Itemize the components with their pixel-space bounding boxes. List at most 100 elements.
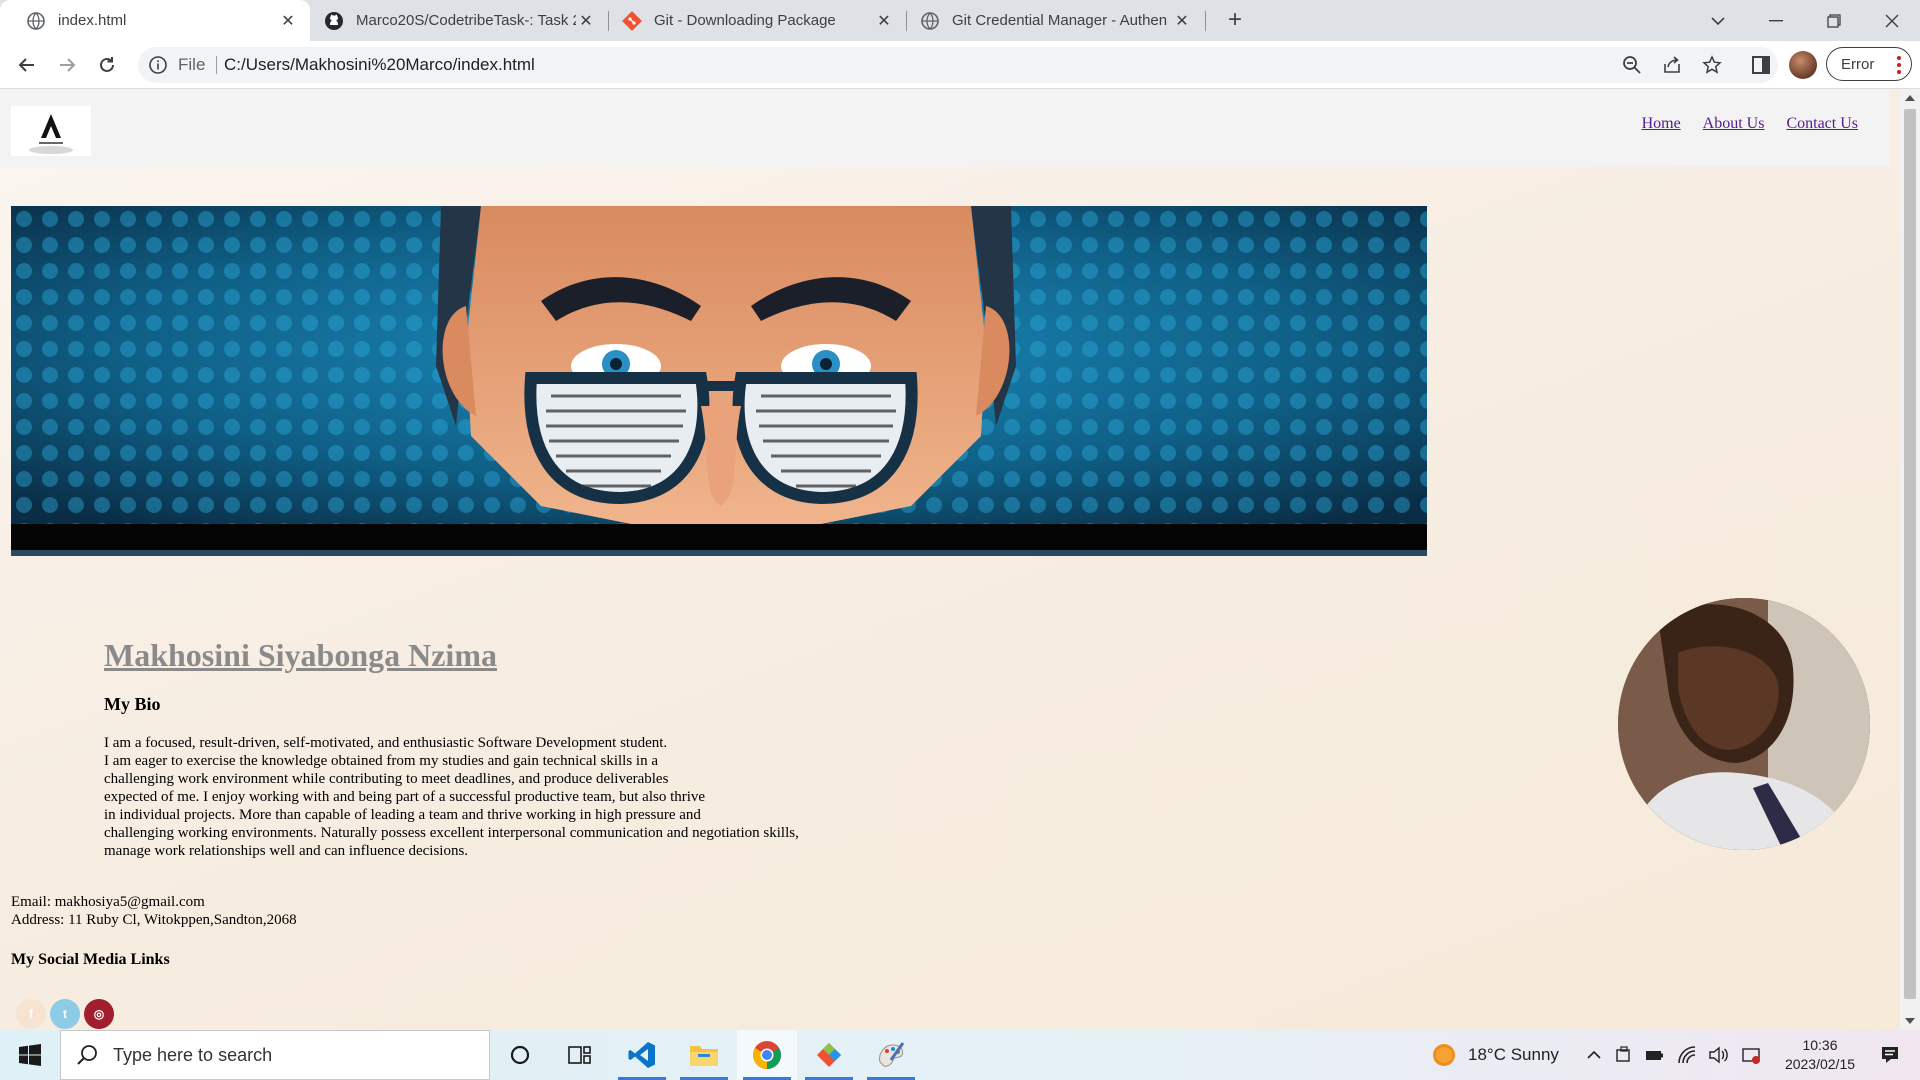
tab-search-button[interactable] [1690, 0, 1746, 41]
windows-taskbar: Type here to search 18°C Sunny 10:36 202… [0, 1030, 1920, 1080]
side-panel-icon[interactable] [1749, 53, 1773, 77]
share-icon[interactable] [1662, 55, 1682, 75]
search-icon [77, 1045, 97, 1065]
site-logo[interactable] [11, 106, 91, 156]
minimize-button[interactable] [1748, 0, 1804, 41]
chevron-up-icon[interactable] [1585, 1046, 1603, 1064]
bio-heading: My Bio [104, 694, 161, 714]
banner-dark-strip [11, 524, 1427, 550]
browser-tab-bar: index.html ✕ Marco20S/CodetribeTask-: Ta… [0, 0, 1920, 41]
notification-icon [1882, 1047, 1898, 1063]
instagram-icon[interactable]: ◎ [84, 999, 114, 1029]
bio-paragraph: I am a focused, result-driven, self-moti… [104, 735, 799, 859]
scheme-label: File [178, 55, 206, 74]
coder-illustration [11, 206, 1427, 524]
scroll-thumb[interactable] [1904, 109, 1916, 999]
taskbar-git-gui[interactable] [799, 1030, 859, 1080]
banner-edge [11, 550, 1427, 556]
profile-photo [1618, 598, 1870, 850]
tab-title: Marco20S/CodetribeTask-: Task 2 [356, 12, 576, 29]
restore-button[interactable] [1806, 0, 1862, 41]
chevron-down-icon [1711, 16, 1725, 25]
close-tab-icon[interactable]: ✕ [278, 11, 298, 31]
back-button[interactable] [13, 51, 41, 79]
taskbar-vscode[interactable] [612, 1030, 672, 1080]
scroll-up-arrow[interactable] [1905, 95, 1915, 101]
logo-icon [29, 114, 73, 154]
tab-git-download[interactable]: Git - Downloading Package ✕ [608, 0, 906, 41]
globe-icon [26, 11, 46, 31]
kebab-menu-icon [1897, 56, 1901, 77]
browser-toolbar: File C:/Users/Makhosini%20Marco/index.ht… [0, 41, 1920, 89]
battery-icon[interactable] [1645, 1046, 1665, 1064]
taskbar-paint[interactable] [861, 1030, 921, 1080]
profile-name-heading[interactable]: Makhosini Siyabonga Nzima [104, 637, 497, 674]
contact-info: Email: makhosiya5@gmail.com Address: 11 … [11, 893, 297, 929]
search-placeholder: Type here to search [113, 1044, 273, 1065]
action-center-button[interactable] [1862, 1030, 1918, 1080]
scroll-down-arrow[interactable] [1905, 1018, 1915, 1024]
taskbar-file-explorer[interactable] [674, 1030, 734, 1080]
tab-title: index.html [58, 12, 127, 29]
language-icon[interactable] [1741, 1046, 1761, 1064]
page-scrollbar[interactable] [1900, 89, 1920, 1030]
start-button[interactable] [0, 1030, 60, 1080]
vscode-icon [628, 1042, 655, 1068]
task-view-icon [568, 1046, 591, 1064]
windows-logo-icon [19, 1044, 41, 1066]
tab-index-html[interactable]: index.html ✕ [0, 0, 310, 41]
page-viewport: Home About Us Contact Us Makhosini Siyab… [0, 89, 1900, 1030]
clock-time: 10:36 [1802, 1037, 1838, 1053]
bookmark-star-icon[interactable] [1702, 55, 1722, 75]
arrow-right-icon [60, 58, 76, 72]
wifi-icon[interactable] [1677, 1046, 1697, 1064]
taskbar-search-box[interactable]: Type here to search [60, 1030, 490, 1080]
nav-link-home[interactable]: Home [1642, 115, 1681, 133]
weather-widget[interactable]: 18°C Sunny [1430, 1030, 1559, 1080]
tab-divider [1205, 11, 1206, 31]
url-text[interactable]: C:/Users/Makhosini%20Marco/index.html [224, 55, 535, 75]
address-bar[interactable]: File C:/Users/Makhosini%20Marco/index.ht… [138, 47, 1778, 83]
social-links-heading: My Social Media Links [11, 951, 170, 968]
reload-button[interactable] [93, 51, 121, 79]
zoom-icon[interactable] [1622, 55, 1642, 75]
close-window-button[interactable] [1864, 0, 1920, 41]
globe-icon [920, 11, 940, 31]
folder-icon [690, 1046, 718, 1066]
weather-text: 18°C Sunny [1468, 1045, 1559, 1064]
arrow-left-icon [18, 58, 34, 72]
close-tab-icon[interactable]: ✕ [576, 11, 596, 31]
cortana-button[interactable] [490, 1030, 550, 1080]
meet-now-icon[interactable] [1615, 1046, 1633, 1064]
profile-portrait [1618, 598, 1870, 850]
profile-avatar[interactable] [1789, 51, 1817, 79]
new-tab-button[interactable]: + [1222, 8, 1248, 34]
volume-icon[interactable] [1709, 1046, 1729, 1064]
hero-banner-image [11, 206, 1427, 556]
forward-button[interactable] [53, 51, 81, 79]
tab-title: Git - Downloading Package [654, 12, 836, 29]
nav-link-contact-us[interactable]: Contact Us [1786, 115, 1858, 133]
paint-icon [879, 1042, 905, 1067]
taskbar-clock[interactable]: 10:36 2023/02/15 [1782, 1036, 1858, 1074]
profile-error-button[interactable]: Error [1826, 47, 1912, 81]
system-tray [1585, 1030, 1761, 1080]
taskbar-chrome[interactable] [737, 1030, 797, 1080]
twitter-icon[interactable]: t [50, 999, 80, 1029]
site-header: Home About Us Contact Us [0, 89, 1890, 167]
info-icon[interactable] [148, 55, 168, 75]
tab-git-credential-manager[interactable]: Git Credential Manager - Authen ✕ [906, 0, 1204, 41]
task-view-button[interactable] [550, 1030, 610, 1080]
github-icon [324, 11, 344, 31]
close-tab-icon[interactable]: ✕ [874, 11, 894, 31]
sun-icon [1433, 1044, 1455, 1066]
social-links: f t ◎ [16, 999, 114, 1029]
chrome-icon [753, 1041, 781, 1069]
git-icon [622, 10, 642, 31]
cortana-icon [510, 1045, 530, 1065]
tab-github[interactable]: Marco20S/CodetribeTask-: Task 2 ✕ [310, 0, 608, 41]
nav-link-about-us[interactable]: About Us [1703, 115, 1765, 133]
facebook-icon[interactable]: f [16, 999, 46, 1029]
close-tab-icon[interactable]: ✕ [1172, 11, 1192, 31]
omnibox-divider [216, 56, 217, 74]
